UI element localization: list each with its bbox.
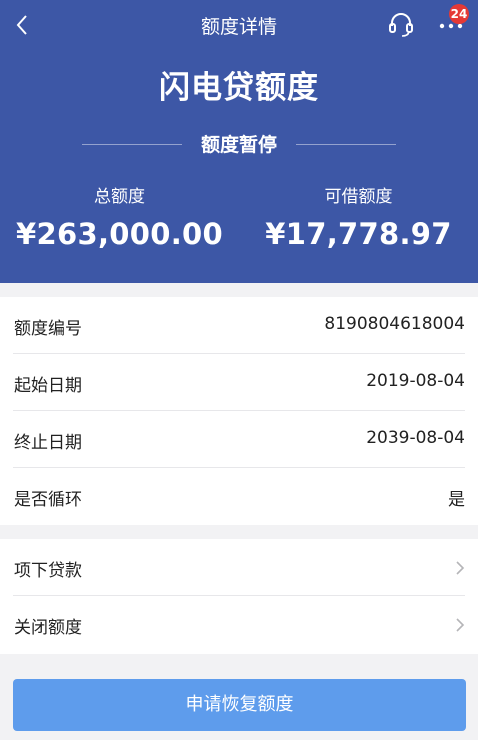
apply-restore-credit-button[interactable]: 申请恢复额度	[13, 679, 466, 731]
detail-label: 起始日期	[14, 376, 82, 396]
headset-icon	[389, 13, 413, 37]
total-amount-block: 总额度 ¥263,000.00	[0, 182, 239, 251]
loans-under-credit-row[interactable]: 项下贷款	[0, 539, 478, 596]
actions-card: 项下贷款 关闭额度	[0, 539, 478, 654]
status-text: 额度暂停	[200, 134, 277, 156]
available-amount-label: 可借额度	[324, 187, 393, 207]
detail-row-end-date: 终止日期 2039-08-04	[0, 411, 478, 468]
total-amount-value: ¥263,000.00	[16, 217, 223, 251]
product-title: 闪电贷额度	[159, 70, 319, 106]
chevron-right-icon	[456, 618, 465, 632]
chevron-right-icon	[456, 561, 465, 575]
detail-value: 是	[448, 490, 465, 510]
details-card: 额度编号 8190804618004 起始日期 2019-08-04 终止日期 …	[0, 297, 478, 525]
detail-label: 是否循环	[14, 490, 82, 510]
close-credit-row[interactable]: 关闭额度	[0, 596, 478, 653]
available-amount-value: ¥17,778.97	[265, 217, 452, 251]
total-amount-label: 总额度	[94, 187, 145, 207]
detail-row-credit-id: 额度编号 8190804618004	[0, 297, 478, 354]
detail-value: 8190804618004	[324, 314, 465, 334]
nav-bar: 额度详情 24	[0, 0, 478, 50]
status-row: 额度暂停	[0, 128, 478, 158]
detail-label: 终止日期	[14, 433, 82, 453]
detail-label: 额度编号	[14, 319, 82, 339]
action-label: 项下贷款	[14, 561, 82, 581]
detail-row-revolving: 是否循环 是	[0, 468, 478, 525]
status-divider-right	[296, 144, 396, 145]
available-amount-block: 可借额度 ¥17,778.97	[239, 182, 478, 251]
action-label: 关闭额度	[14, 618, 82, 638]
customer-service-button[interactable]	[386, 9, 416, 39]
detail-row-start-date: 起始日期 2019-08-04	[0, 354, 478, 411]
detail-value: 2019-08-04	[366, 371, 465, 391]
header: 额度详情 24 闪电贷额度 额度暂停 总额度 ¥263,000.00 可借额度 …	[0, 0, 478, 283]
detail-value: 2039-08-04	[366, 428, 465, 448]
notification-badge: 24	[449, 4, 469, 24]
